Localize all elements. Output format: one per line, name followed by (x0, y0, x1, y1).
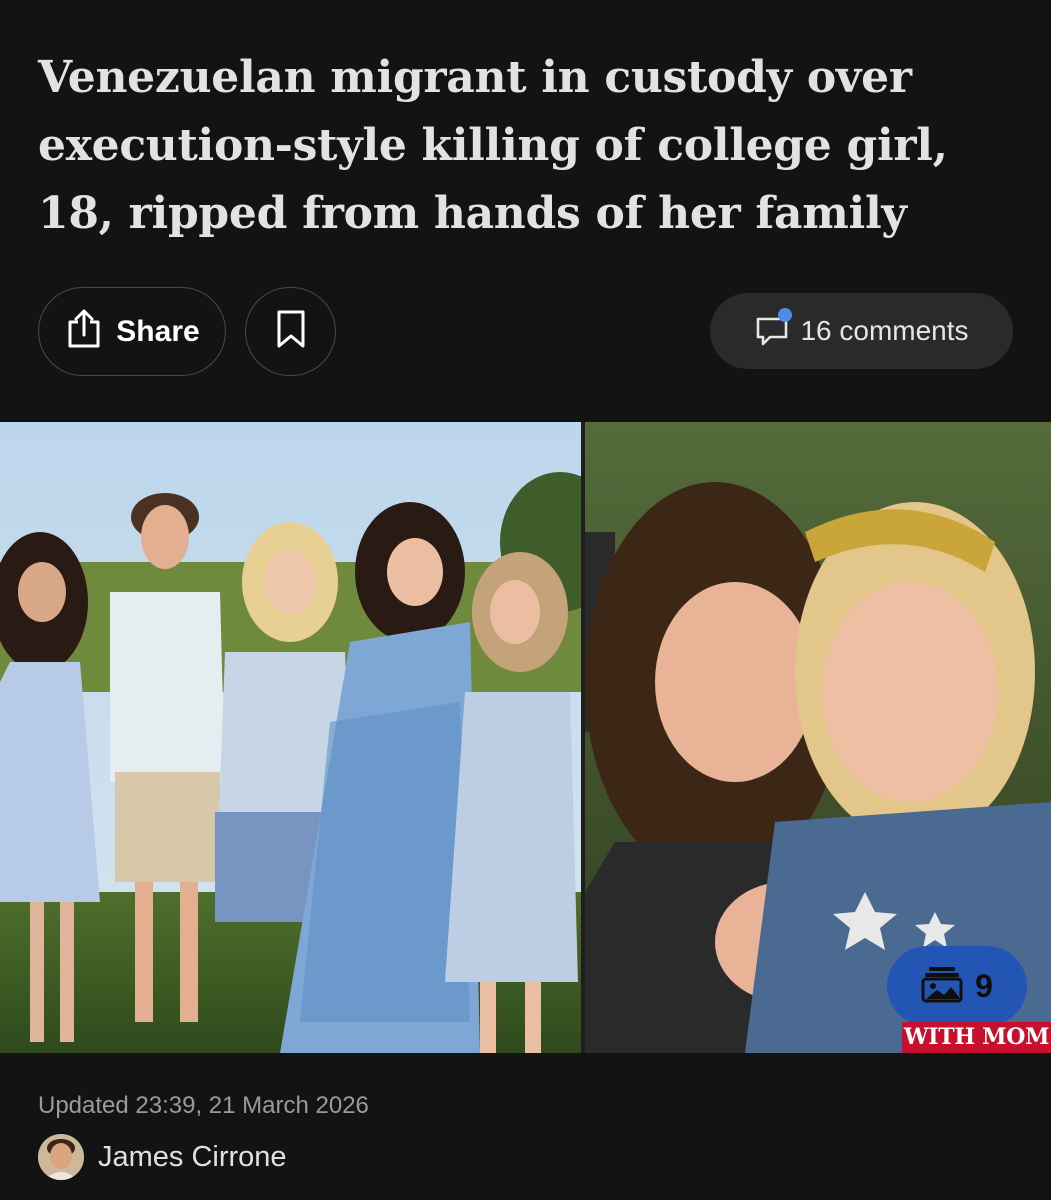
bookmark-button[interactable] (245, 287, 336, 376)
comments-count: 16 comments (800, 315, 969, 346)
bookmark-icon (276, 309, 306, 354)
avatar (38, 1134, 84, 1180)
group-photo (0, 422, 581, 1053)
comment-bubble-icon (754, 308, 793, 348)
photo-gallery-icon (921, 965, 963, 1008)
comments-button[interactable]: 16 comments (710, 293, 1013, 369)
updated-timestamp: Updated 23:39, 21 March 2026 (38, 1092, 369, 1119)
share-icon (64, 308, 104, 355)
article-headline: Venezuelan migrant in custody over execu… (38, 52, 948, 239)
article-image[interactable] (0, 422, 1051, 1053)
gallery-count: 9 (975, 967, 993, 1004)
share-label: Share (116, 314, 200, 348)
author-name: James Cirrone (98, 1140, 287, 1173)
share-button[interactable]: Share (38, 287, 226, 376)
gallery-button[interactable]: 9 (887, 946, 1027, 1026)
image-caption-tag: WITH MOM (902, 1022, 1051, 1053)
author-byline[interactable]: James Cirrone (38, 1134, 287, 1180)
